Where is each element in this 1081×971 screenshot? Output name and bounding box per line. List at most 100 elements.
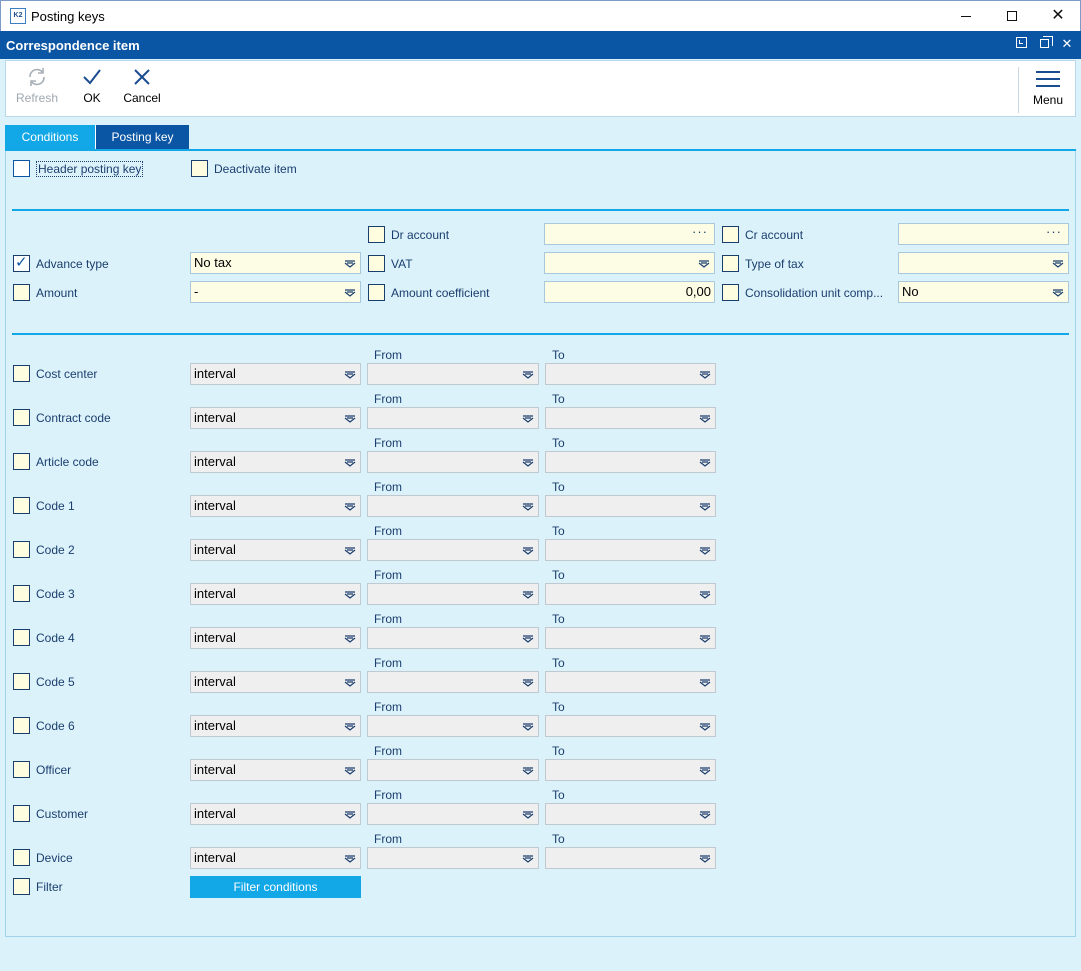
type-of-tax-select[interactable] [898,252,1069,274]
contract-code-mode-select[interactable]: interval [190,407,361,429]
ellipsis-icon[interactable]: ··· [692,222,708,242]
device-mode-select[interactable]: interval [190,847,361,869]
code-2-checkbox[interactable] [13,541,30,558]
ok-button[interactable]: OK [72,61,112,117]
cost-center-from-select[interactable] [367,363,539,385]
cost-center-checkbox[interactable] [13,365,30,382]
code-6-to-select[interactable] [545,715,716,737]
vat-select[interactable] [544,252,715,274]
officer-checkbox[interactable] [13,761,30,778]
code-3-mode-select[interactable]: interval [190,583,361,605]
maximize-button[interactable] [989,1,1035,32]
ellipsis-icon[interactable]: ··· [1046,222,1062,242]
dropdown-icon [699,855,711,863]
officer-mode-select[interactable]: interval [190,759,361,781]
dropdown-icon [1052,289,1064,297]
device-from-select[interactable] [367,847,539,869]
dropdown-icon [344,415,356,423]
code-4-to-select[interactable] [545,627,716,649]
article-code-checkbox[interactable] [13,453,30,470]
code-2-mode-select[interactable]: interval [190,539,361,561]
device-label: Device [36,851,73,865]
code-4-mode-select[interactable]: interval [190,627,361,649]
article-code-to-select[interactable] [545,451,716,473]
section-divider [12,333,1069,335]
customer-to-select[interactable] [545,803,716,825]
vat-label: VAT [391,257,413,271]
code-4-from-select[interactable] [367,627,539,649]
tab-posting-key[interactable]: Posting key [95,125,189,149]
code-6-from-select[interactable] [367,715,539,737]
cancel-button[interactable]: Cancel [120,61,164,117]
dr-account-label: Dr account [391,228,450,242]
article-code-mode-select[interactable]: interval [190,451,361,473]
amount-select[interactable]: - [190,281,361,303]
code-6-checkbox[interactable] [13,717,30,734]
code-1-from-select[interactable] [367,495,539,517]
cost-center-to-select[interactable] [545,363,716,385]
dr-account-checkbox[interactable] [368,226,385,243]
code-5-to-select[interactable] [545,671,716,693]
contract-code-checkbox[interactable] [13,409,30,426]
dropdown-icon [699,811,711,819]
to-label: To [552,348,565,362]
amount-coefficient-input[interactable]: 0,00 [544,281,715,303]
restore-button[interactable] [1036,36,1053,52]
dropdown-icon [522,767,534,775]
officer-from-select[interactable] [367,759,539,781]
amount-checkbox[interactable] [13,284,30,301]
advance-type-checkbox[interactable]: ✓ [13,254,30,272]
code-1-checkbox[interactable] [13,497,30,514]
advance-type-select[interactable]: No tax [190,252,361,274]
close-window-button[interactable]: ✕ [1035,1,1081,32]
officer-to-select[interactable] [545,759,716,781]
device-checkbox[interactable] [13,849,30,866]
deactivate-item-checkbox[interactable] [191,160,208,177]
code-2-from-select[interactable] [367,539,539,561]
code-1-mode-select[interactable]: interval [190,495,361,517]
dock-button[interactable] [1013,36,1029,52]
code-6-mode-select[interactable]: interval [190,715,361,737]
dr-account-input[interactable]: ··· [544,223,715,245]
to-label: To [552,524,565,538]
header-posting-key-checkbox[interactable] [13,160,30,177]
article-code-from-select[interactable] [367,451,539,473]
refresh-button[interactable]: Refresh [13,61,61,117]
dropdown-icon [522,591,534,599]
code-3-from-select[interactable] [367,583,539,605]
amount-coefficient-checkbox[interactable] [368,284,385,301]
vat-checkbox[interactable] [368,255,385,272]
os-title-bar: K2 Posting keys ✕ [0,0,1081,31]
code-2-to-select[interactable] [545,539,716,561]
code-3-checkbox[interactable] [13,585,30,602]
customer-from-select[interactable] [367,803,539,825]
cr-account-input[interactable]: ··· [898,223,1069,245]
code-3-to-select[interactable] [545,583,716,605]
dropdown-icon [344,723,356,731]
dropdown-icon [344,811,356,819]
contract-code-from-select[interactable] [367,407,539,429]
code-1-to-select[interactable] [545,495,716,517]
consolidation-unit-select[interactable]: No [898,281,1069,303]
device-to-select[interactable] [545,847,716,869]
dropdown-icon [699,459,711,467]
code-4-checkbox[interactable] [13,629,30,646]
code-5-from-select[interactable] [367,671,539,693]
cost-center-mode-select[interactable]: interval [190,363,361,385]
filter-conditions-button[interactable]: Filter conditions [190,876,361,898]
contract-code-label: Contract code [36,411,111,425]
dropdown-icon [522,459,534,467]
cr-account-checkbox[interactable] [722,226,739,243]
code-5-checkbox[interactable] [13,673,30,690]
customer-checkbox[interactable] [13,805,30,822]
type-of-tax-checkbox[interactable] [722,255,739,272]
customer-mode-select[interactable]: interval [190,803,361,825]
close-form-button[interactable]: ✕ [1059,36,1075,52]
consolidation-unit-checkbox[interactable] [722,284,739,301]
menu-button[interactable]: Menu [1026,61,1070,117]
code-5-mode-select[interactable]: interval [190,671,361,693]
tab-conditions[interactable]: Conditions [5,125,95,149]
filter-checkbox[interactable] [13,878,30,895]
contract-code-to-select[interactable] [545,407,716,429]
minimize-button[interactable] [943,1,989,32]
